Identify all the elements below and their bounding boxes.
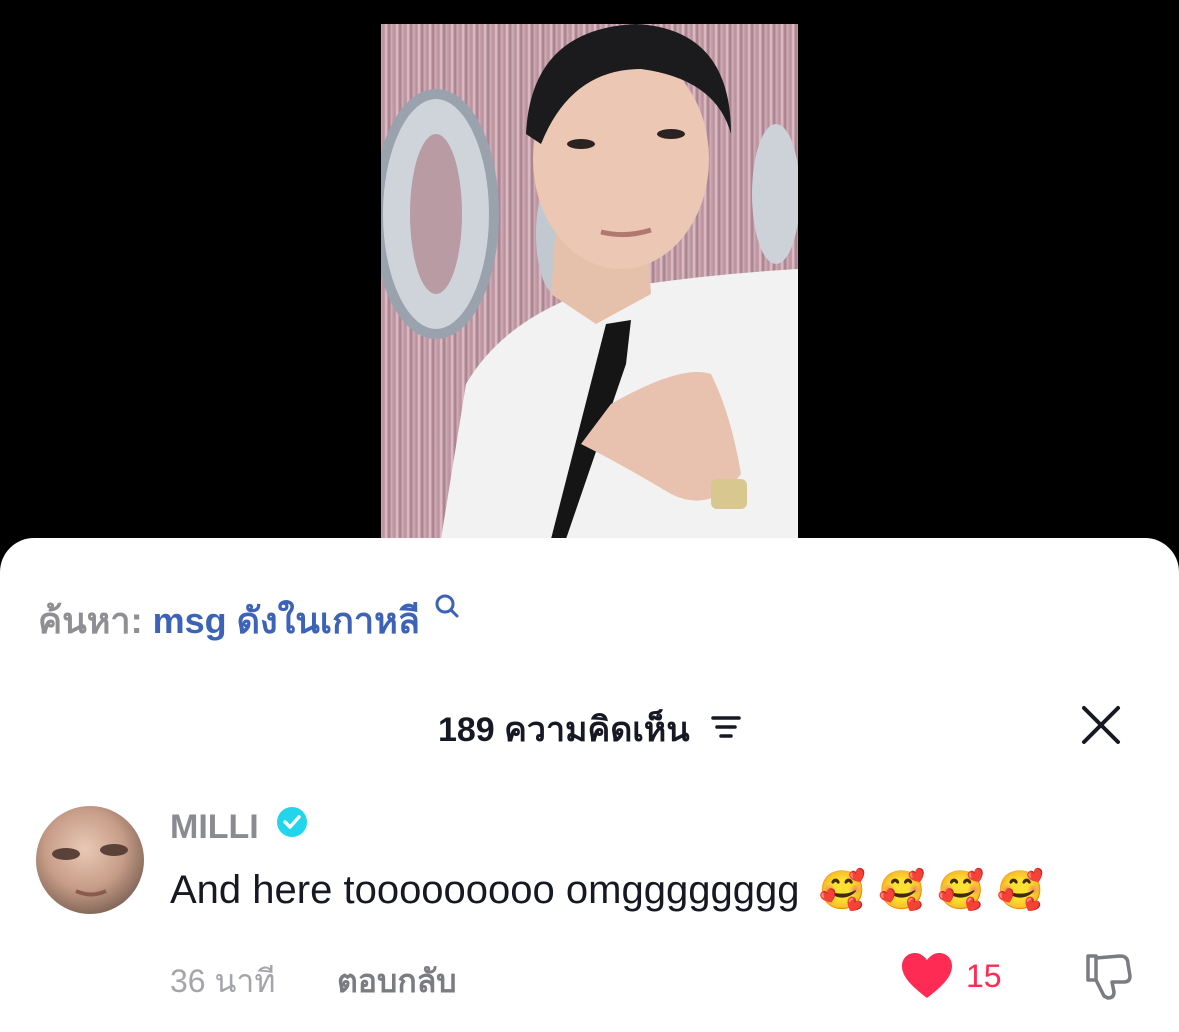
close-icon xyxy=(1082,706,1120,744)
close-button[interactable] xyxy=(1080,704,1122,746)
search-icon xyxy=(434,586,460,628)
search-term[interactable]: msg ดังในเกาหลี xyxy=(153,600,420,641)
comment-timestamp: 36 นาที xyxy=(170,963,276,999)
comment-text: And here tooooooooo omgggggggg 🥰 🥰 🥰 🥰 xyxy=(170,868,1044,913)
like-count: 15 xyxy=(966,958,1002,994)
comment-username[interactable]: MILLI xyxy=(170,806,308,847)
username-label: MILLI xyxy=(170,808,259,846)
video-frame[interactable] xyxy=(381,24,798,539)
search-prefix: ค้นหา: xyxy=(38,600,143,641)
smiling-hearts-emoji: 🥰 🥰 🥰 🥰 xyxy=(818,868,1045,912)
search-suggestion[interactable]: ค้นหา: msg ดังในเกาหลี xyxy=(38,592,460,649)
avatar[interactable] xyxy=(36,806,144,914)
video-area[interactable] xyxy=(0,0,1179,560)
comment-body: And here tooooooooo omgggggggg xyxy=(170,868,800,912)
heart-icon[interactable] xyxy=(900,952,954,1000)
comments-sheet: ค้นหา: msg ดังในเกาหลี 189 ความคิดเห็น M… xyxy=(0,538,1179,1032)
thumbs-down-icon[interactable] xyxy=(1082,950,1134,1002)
comments-count-label: 189 ความคิดเห็น xyxy=(437,711,690,749)
sort-icon[interactable] xyxy=(711,710,741,749)
comments-count-header: 189 ความคิดเห็น xyxy=(0,702,1179,756)
video-still xyxy=(381,24,798,539)
verified-badge-icon xyxy=(276,806,308,847)
reply-button[interactable]: ตอบกลับ xyxy=(337,956,457,1007)
